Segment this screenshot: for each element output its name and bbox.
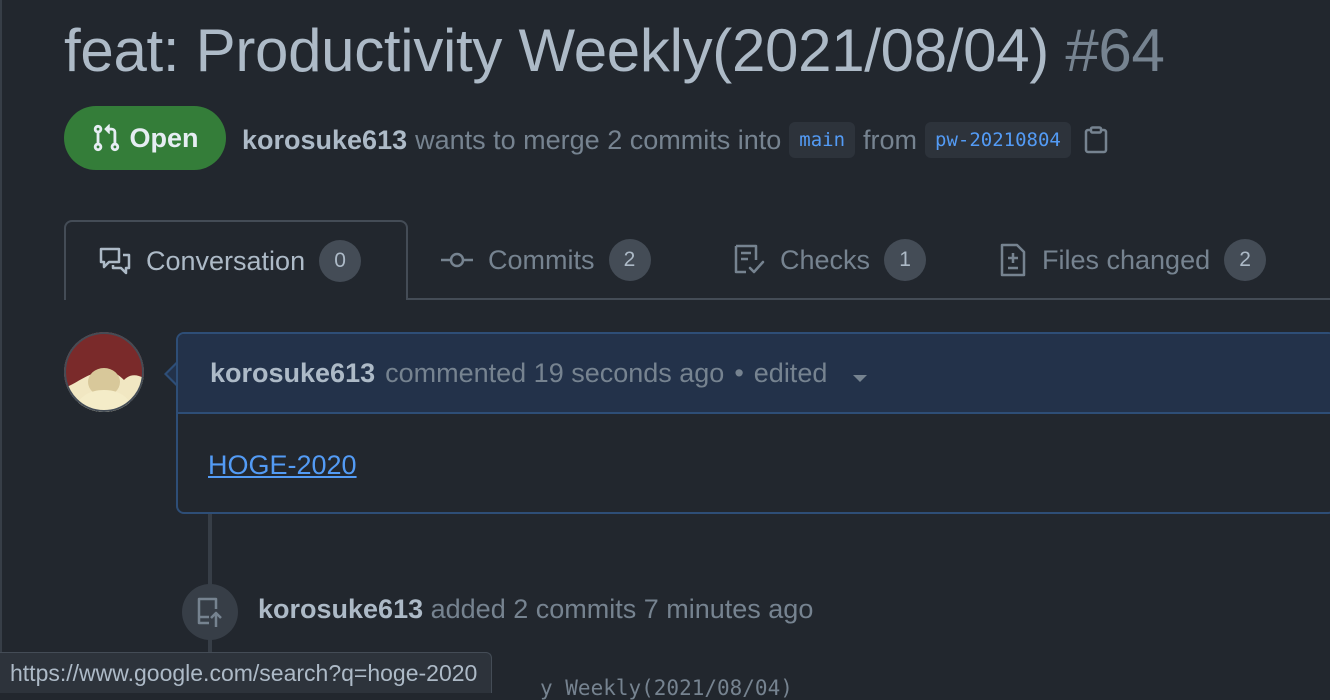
timeline-badge <box>182 584 238 640</box>
merge-summary: korosuke613 wants to merge 2 commits int… <box>242 120 1109 160</box>
tab-label: Checks <box>780 244 871 275</box>
file-diff-icon <box>998 243 1028 277</box>
state-badge-open: Open <box>64 106 226 170</box>
base-branch[interactable]: main <box>789 122 856 158</box>
comment-header: korosuke613 commented 19 seconds ago • e… <box>178 334 1330 414</box>
avatar[interactable] <box>64 332 144 412</box>
tab-conversation[interactable]: Conversation 0 <box>64 220 408 300</box>
event-author-link[interactable]: korosuke613 <box>258 594 423 624</box>
tab-commits[interactable]: Commits 2 <box>440 220 651 300</box>
page-title: feat: Productivity Weekly(2021/08/04) #6… <box>64 16 1165 85</box>
copy-icon[interactable] <box>1083 126 1109 154</box>
tab-checks[interactable]: Checks 1 <box>732 220 927 300</box>
pr-number: #64 <box>1065 17 1165 84</box>
event-text: added 2 commits 7 minutes ago <box>430 594 814 624</box>
state-label: Open <box>129 122 199 153</box>
from-text: from <box>863 124 918 155</box>
status-url: https://www.google.com/search?q=hoge-202… <box>10 659 478 686</box>
edited-label: edited <box>753 357 828 388</box>
comment-author-link[interactable]: korosuke613 <box>210 358 375 389</box>
pr-tabs: Conversation 0 Commits 2 Checks 1 Files … <box>64 220 1330 300</box>
comment-discussion-icon <box>98 246 132 276</box>
caret-down-icon <box>852 374 867 382</box>
edited-dropdown[interactable]: edited <box>754 358 867 389</box>
pr-author-link[interactable]: korosuke613 <box>242 125 407 156</box>
comment-box: korosuke613 commented 19 seconds ago • e… <box>176 332 1330 514</box>
pr-title: feat: Productivity Weekly(2021/08/04) <box>64 17 1049 84</box>
head-branch[interactable]: pw-20210804 <box>925 122 1071 158</box>
tab-counter: 1 <box>884 239 927 281</box>
window-edge <box>0 0 2 692</box>
comment-link[interactable]: HOGE-2020 <box>208 450 357 480</box>
comment-body: HOGE-2020 <box>178 414 1330 517</box>
tab-counter: 2 <box>608 239 651 281</box>
repo-push-icon <box>195 596 225 628</box>
tab-label: Conversation <box>146 245 306 276</box>
comment-meta[interactable]: commented 19 seconds ago <box>385 358 724 389</box>
tab-counter: 2 <box>1224 239 1267 281</box>
tab-label: Commits <box>488 244 595 275</box>
commit-message-peek[interactable]: y Weekly(2021/08/04) <box>540 676 793 700</box>
checklist-icon <box>732 243 766 277</box>
tab-counter: 0 <box>319 240 362 282</box>
tab-files-changed[interactable]: Files changed 2 <box>998 220 1267 300</box>
link-status-bar: https://www.google.com/search?q=hoge-202… <box>0 652 493 693</box>
timeline-event: korosuke613 added 2 commits 7 minutes ag… <box>258 594 813 625</box>
git-pull-request-icon <box>91 123 121 153</box>
merge-text: wants to merge 2 commits into <box>415 124 782 155</box>
git-commit-icon <box>440 250 474 270</box>
separator-dot: • <box>734 357 744 388</box>
tab-label: Files changed <box>1042 244 1211 275</box>
